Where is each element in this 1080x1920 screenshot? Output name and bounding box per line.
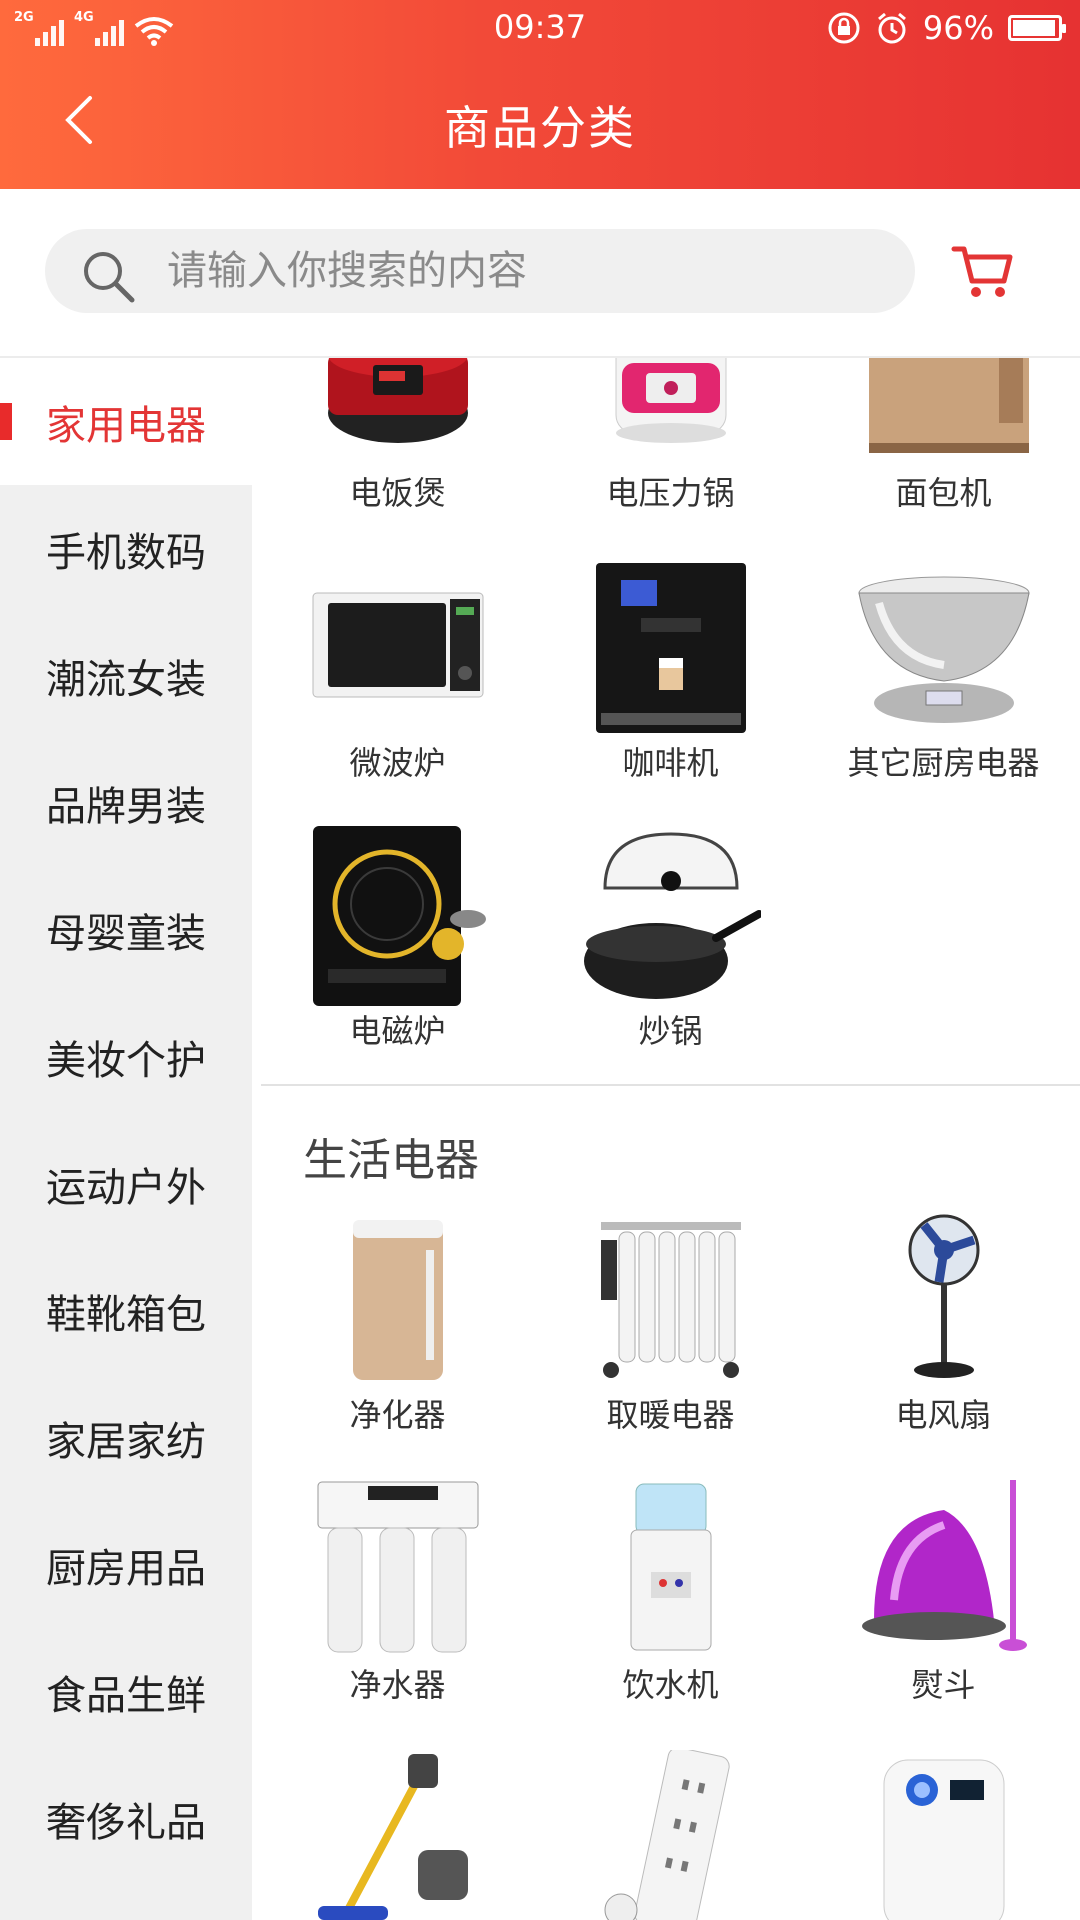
sidebar-item-kitchen[interactable]: 厨房用品 bbox=[0, 1501, 252, 1628]
sidebar-item-womens-fashion[interactable]: 潮流女装 bbox=[0, 612, 252, 739]
bread-maker-icon bbox=[854, 358, 1034, 468]
humidifier-icon bbox=[854, 1750, 1034, 1920]
product-category-item[interactable] bbox=[261, 1750, 534, 1920]
item-label: 微波炉 bbox=[349, 744, 446, 782]
app-header: 2G 4G 09:37 96% 商品分类 bbox=[0, 0, 1080, 189]
microwave-icon bbox=[308, 558, 488, 738]
battery-icon bbox=[1008, 15, 1066, 41]
alarm-icon bbox=[877, 12, 906, 44]
sidebar-item-home-textile[interactable]: 家居家纺 bbox=[0, 1374, 252, 1501]
sidebar-item-beauty[interactable]: 美妆个护 bbox=[0, 993, 252, 1120]
sidebar-item-sports[interactable]: 运动户外 bbox=[0, 1120, 252, 1247]
search-icon bbox=[84, 252, 135, 303]
item-label: 面包机 bbox=[895, 474, 992, 512]
sidebar-item-home-appliances[interactable]: 家用电器 bbox=[0, 358, 252, 485]
sidebar-item-label: 厨房用品 bbox=[46, 1545, 206, 1592]
item-label: 电压力锅 bbox=[606, 474, 735, 512]
sidebar-item-digital[interactable]: 手机数码 bbox=[0, 485, 252, 612]
item-label: 电风扇 bbox=[895, 1396, 992, 1434]
shopping-cart-icon bbox=[951, 246, 1013, 297]
kitchen-scale-icon bbox=[854, 558, 1034, 738]
product-category-item[interactable]: 其它厨房电器 bbox=[807, 558, 1080, 784]
product-category-item[interactable]: 电饭煲 bbox=[261, 358, 534, 514]
product-category-item[interactable]: 饮水机 bbox=[534, 1480, 807, 1706]
sidebar-item-label: 奢侈礼品 bbox=[46, 1799, 206, 1846]
product-category-item[interactable]: 面包机 bbox=[807, 358, 1080, 514]
heater-icon bbox=[581, 1210, 761, 1390]
sidebar-item-label: 手机数码 bbox=[46, 529, 206, 576]
item-label: 咖啡机 bbox=[622, 744, 719, 782]
product-category-item[interactable]: 电风扇 bbox=[807, 1210, 1080, 1436]
product-category-item[interactable]: 取暖电器 bbox=[534, 1210, 807, 1436]
cart-button[interactable] bbox=[950, 241, 1016, 301]
fan-icon bbox=[854, 1210, 1034, 1390]
item-label: 熨斗 bbox=[911, 1666, 976, 1704]
item-label: 电饭煲 bbox=[349, 474, 446, 512]
product-category-item[interactable]: 微波炉 bbox=[261, 558, 534, 784]
status-bar: 2G 4G 09:37 96% bbox=[0, 0, 1080, 56]
coffee-machine-icon bbox=[581, 558, 761, 738]
product-category-item[interactable]: 电压力锅 bbox=[534, 358, 807, 514]
item-label: 其它厨房电器 bbox=[847, 744, 1040, 782]
rice-cooker-icon bbox=[308, 358, 488, 468]
search-bar bbox=[0, 189, 1080, 358]
sidebar-item-label: 潮流女装 bbox=[46, 656, 206, 703]
product-category-item[interactable]: 熨斗 bbox=[807, 1480, 1080, 1706]
category-sidebar: 家用电器 手机数码 潮流女装 品牌男装 母婴童装 美妆个护 运动户外 鞋靴箱包 … bbox=[0, 358, 252, 1920]
section-title: 生活电器 bbox=[303, 1135, 479, 1186]
sidebar-item-baby-kids[interactable]: 母婴童装 bbox=[0, 866, 252, 993]
air-purifier-icon bbox=[308, 1210, 488, 1390]
product-category-item[interactable] bbox=[534, 1750, 807, 1920]
water-dispenser-icon bbox=[581, 1480, 761, 1660]
item-label: 净水器 bbox=[349, 1666, 446, 1704]
search-box[interactable] bbox=[45, 229, 915, 313]
search-input[interactable] bbox=[167, 229, 887, 313]
sidebar-item-label: 食品生鲜 bbox=[46, 1672, 206, 1719]
sidebar-item-mens-fashion[interactable]: 品牌男装 bbox=[0, 739, 252, 866]
product-category-item[interactable]: 净化器 bbox=[261, 1210, 534, 1436]
page-title: 商品分类 bbox=[444, 101, 636, 155]
product-category-item[interactable]: 电磁炉 bbox=[261, 826, 534, 1052]
power-strip-icon bbox=[581, 1750, 761, 1920]
sidebar-item-label: 鞋靴箱包 bbox=[46, 1291, 206, 1338]
item-label: 取暖电器 bbox=[606, 1396, 735, 1434]
section-divider bbox=[261, 1084, 1080, 1086]
sidebar-item-luxury[interactable]: 奢侈礼品 bbox=[0, 1755, 252, 1882]
wok-icon bbox=[581, 826, 761, 1006]
status-right-group: 96% bbox=[827, 9, 1066, 47]
product-category-item[interactable]: 咖啡机 bbox=[534, 558, 807, 784]
sidebar-item-label: 品牌男装 bbox=[46, 783, 206, 830]
sidebar-item-label: 运动户外 bbox=[46, 1164, 206, 1211]
sidebar-item-label: 家用电器 bbox=[46, 402, 206, 449]
sidebar-item-shoes-bags[interactable]: 鞋靴箱包 bbox=[0, 1247, 252, 1374]
sidebar-item-label: 美妆个护 bbox=[46, 1037, 206, 1084]
battery-percent: 96% bbox=[922, 9, 994, 47]
product-category-item[interactable] bbox=[807, 1750, 1080, 1920]
pressure-cooker-icon bbox=[581, 358, 761, 468]
item-label: 净化器 bbox=[349, 1396, 446, 1434]
product-category-item[interactable]: 炒锅 bbox=[534, 826, 807, 1052]
product-category-item[interactable]: 净水器 bbox=[261, 1480, 534, 1706]
item-label: 炒锅 bbox=[638, 1012, 703, 1050]
sidebar-item-food[interactable]: 食品生鲜 bbox=[0, 1628, 252, 1755]
garment-steamer-icon bbox=[854, 1480, 1034, 1660]
induction-cooker-icon bbox=[308, 826, 488, 1006]
sidebar-item-label: 母婴童装 bbox=[46, 910, 206, 957]
item-label: 饮水机 bbox=[622, 1666, 719, 1704]
sidebar-item-label: 家居家纺 bbox=[46, 1418, 206, 1465]
vacuum-cleaner-icon bbox=[308, 1750, 488, 1920]
category-content: 电饭煲 电压力锅 面包机 微波炉 咖啡机 其它厨房电器 电磁炉 炒锅 生活电器 … bbox=[261, 358, 1080, 1920]
rotation-lock-icon bbox=[828, 12, 860, 44]
water-purifier-icon bbox=[308, 1480, 488, 1660]
item-label: 电磁炉 bbox=[349, 1012, 446, 1050]
